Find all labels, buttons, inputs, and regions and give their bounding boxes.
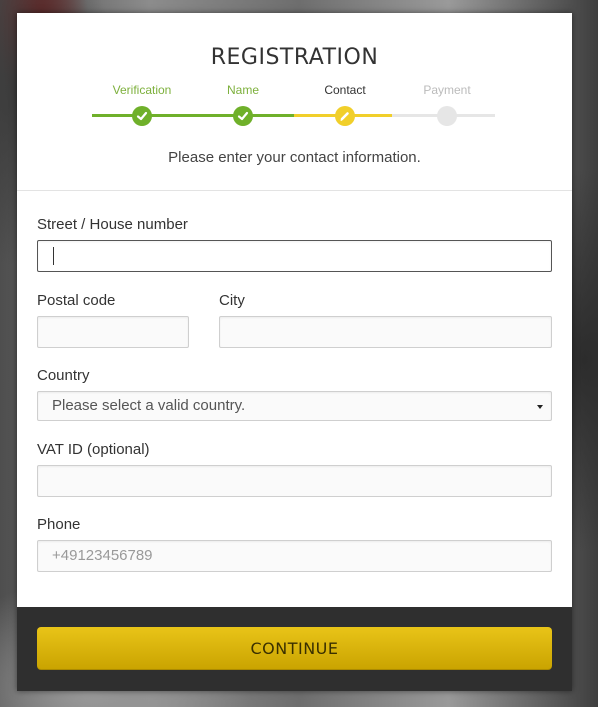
check-icon <box>136 110 148 122</box>
step-dot-verification <box>132 106 152 126</box>
city-input[interactable] <box>219 316 552 348</box>
text-cursor <box>53 247 54 265</box>
city-label: City <box>219 292 245 309</box>
step-dot-name <box>233 106 253 126</box>
continue-button[interactable]: CONTINUE <box>37 627 552 670</box>
step-label-payment: Payment <box>423 83 471 97</box>
section-divider <box>17 190 572 191</box>
phone-input[interactable]: +49123456789 <box>37 540 552 572</box>
street-input[interactable] <box>37 240 552 272</box>
country-selected-value: Please select a valid country. <box>52 397 246 414</box>
caret-down-icon <box>537 405 543 409</box>
registration-dialog: REGISTRATION Verification Name Contact P… <box>17 13 572 691</box>
step-dot-contact <box>335 106 355 126</box>
postal-code-label: Postal code <box>37 292 116 309</box>
country-label: Country <box>37 367 90 384</box>
pencil-icon <box>339 110 351 122</box>
phone-placeholder: +49123456789 <box>52 547 153 564</box>
progress-line-done <box>92 114 294 117</box>
check-icon <box>237 110 249 122</box>
vat-id-input[interactable] <box>37 465 552 497</box>
progress-stepper: Verification Name Contact Payment <box>17 83 572 133</box>
dialog-title: REGISTRATION <box>210 45 379 70</box>
vat-id-label: VAT ID (optional) <box>37 441 150 458</box>
instruction-text: Please enter your contact information. <box>168 149 421 166</box>
postal-code-input[interactable] <box>37 316 189 348</box>
street-label: Street / House number <box>37 216 188 233</box>
country-select[interactable]: Please select a valid country. <box>37 391 552 421</box>
phone-label: Phone <box>37 516 81 533</box>
dialog-footer: CONTINUE <box>17 607 572 691</box>
step-dot-payment <box>437 106 457 126</box>
